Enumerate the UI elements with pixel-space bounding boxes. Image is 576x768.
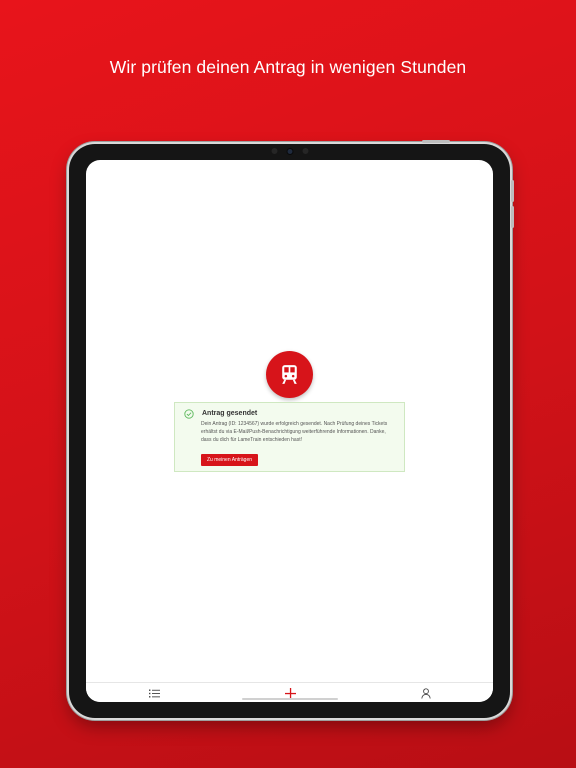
tablet-top-button [422,140,450,143]
tablet-sensors [271,148,308,154]
front-camera [287,148,292,154]
marketing-headline: Wir prüfen deinen Antrag in wenigen Stun… [109,57,467,77]
check-circle-icon [184,409,194,419]
tablet-device-frame: Antrag gesendet Dein Antrag (ID: 1234567… [69,140,514,718]
tablet-volume-up-button [511,180,514,202]
home-indicator [241,698,338,700]
app-screen: Antrag gesendet Dein Antrag (ID: 1234567… [86,160,493,702]
tab-profile[interactable] [419,687,433,699]
user-icon [421,687,431,699]
list-icon [148,689,160,697]
alert-title: Antrag gesendet [202,410,258,417]
app-logo [266,351,313,398]
bottom-tab-bar [86,682,493,702]
train-icon [282,365,297,384]
tab-list[interactable] [147,687,161,699]
plus-icon [284,687,296,699]
tablet-volume-down-button [511,206,514,228]
success-alert: Antrag gesendet Dein Antrag (ID: 1234567… [174,402,405,472]
alert-message: Dein Antrag (ID: 1234567) wurde erfolgre… [201,421,388,443]
my-applications-button[interactable]: Zu meinen Anträgen [201,454,259,466]
